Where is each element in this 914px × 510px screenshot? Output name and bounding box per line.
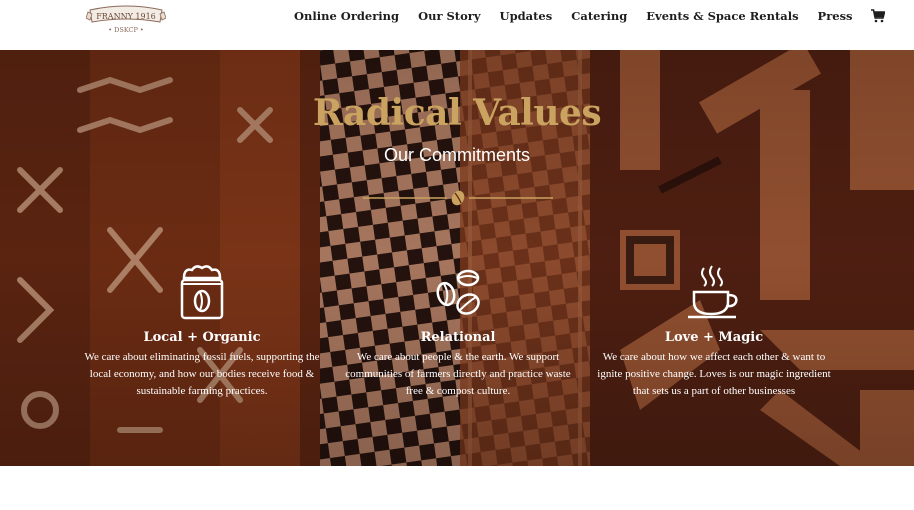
shopping-cart-icon[interactable] [870,9,885,23]
decorative-divider [363,190,553,206]
coffee-bag-icon [180,265,224,320]
section-subtitle: Our Commitments [383,145,531,165]
value-title: Relational [420,330,496,345]
logo-subtext: • DSKCP • [108,26,144,34]
nav-catering[interactable]: Catering [571,9,627,23]
site-logo[interactable]: FRANNY 1916 • DSKCP • [86,4,166,36]
value-description: We care about eliminating fossil fuels, … [84,351,320,397]
site-header: FRANNY 1916 • DSKCP • Online Ordering Ou… [0,0,914,50]
section-title: Radical Values [312,92,602,134]
value-title: Love + Magic [664,330,764,345]
value-love-magic: Love + Magic We care about how we affect… [594,264,834,400]
value-description: We care about how we affect each other &… [597,351,831,397]
nav-our-story[interactable]: Our Story [418,9,480,23]
nav-online-ordering[interactable]: Online Ordering [294,9,399,23]
value-relational: Relational We care about people & the ea… [338,264,578,400]
main-nav: Online Ordering Our Story Updates Cateri… [294,9,885,23]
value-description: We care about people & the earth. We sup… [345,351,571,397]
value-title: Local + Organic [143,330,261,345]
page-content-area [0,466,914,510]
radical-values-section: Radical Values Our Commitments Local + O… [0,50,914,466]
nav-events-space-rentals[interactable]: Events & Space Rentals [646,9,798,23]
nav-updates[interactable]: Updates [500,9,553,23]
nav-press[interactable]: Press [818,9,853,23]
value-local-organic: Local + Organic We care about eliminatin… [82,264,322,400]
logo-wordmark: FRANNY 1916 [96,12,156,21]
coffee-bean-icon [451,190,465,206]
coffee-cup-icon [688,265,738,319]
coffee-beans-icon [436,269,480,315]
